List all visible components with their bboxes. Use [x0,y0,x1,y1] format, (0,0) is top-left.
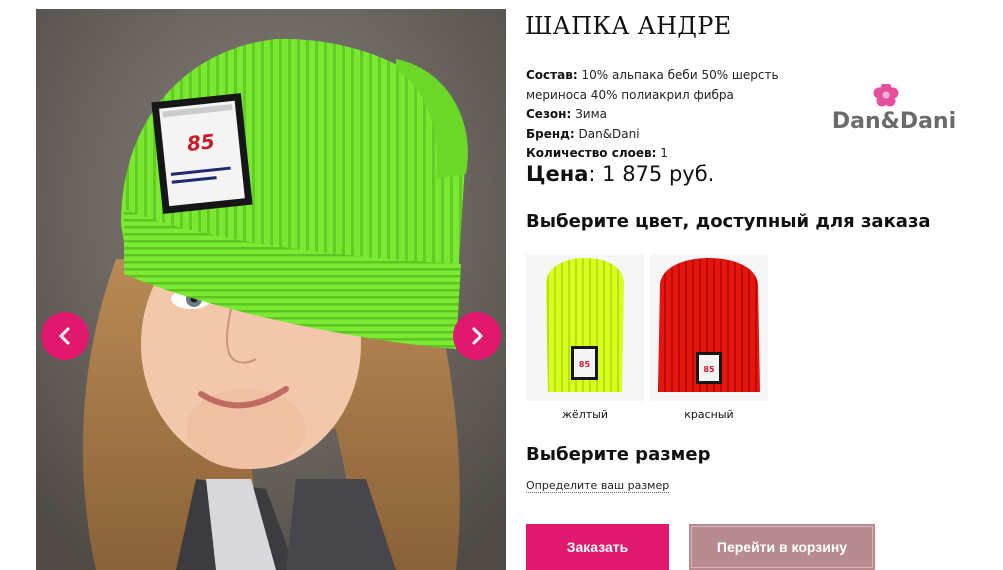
patch-number: 85 [703,365,715,374]
prev-image-button[interactable] [41,312,89,360]
chevron-left-icon [59,327,70,345]
size-heading: Выберите размер [526,444,711,465]
color-label-yellow: жёлтый [562,408,608,421]
hat-yellow-image: 85 [546,258,624,392]
spec-label: Бренд [526,126,570,141]
order-button[interactable]: Заказать [526,524,669,570]
flower-icon [873,84,899,107]
size-guide-link[interactable]: Определите ваш размер [526,479,670,493]
spec-value: 1 [660,146,668,160]
color-heading: Выберите цвет, доступный для заказа [526,211,931,232]
hat-red-image: 85 [658,258,760,392]
spec-composition: Состав: 10% альпака беби 50% шерсть мери… [526,68,779,102]
product-title: ШАПКА АНДРЕ [525,12,732,40]
price-label: Цена [526,162,589,186]
price: Цена: 1 875 руб. [526,162,715,186]
price-value: 1 875 руб. [602,162,715,186]
go-to-cart-button[interactable]: Перейти в корзину [689,524,875,570]
spec-value: Dan&Dani [578,126,640,141]
spec-brand: Бренд: Dan&Dani [526,126,640,141]
color-option-red[interactable]: 85 [650,254,768,401]
color-option-yellow[interactable]: 85 [526,254,644,401]
color-label-red: красный [684,408,734,421]
product-gallery: 85 [36,9,506,570]
spec-label: Сезон [526,107,567,121]
product-specs: Состав: 10% альпака беби 50% шерсть мери… [526,66,786,164]
brand-name: Dan&Dani [832,109,956,134]
spec-layers: Количество слоев: 1 [526,146,668,160]
spec-label: Состав [526,68,573,82]
chevron-right-icon [472,327,483,345]
next-image-button[interactable] [453,312,501,360]
patch-number: 85 [579,360,591,369]
spec-label: Количество слоев [526,146,652,160]
brand-logo: Dan&Dani [832,84,956,134]
spec-value: Зима [575,107,607,121]
product-photo: 85 [36,9,506,570]
patch-number: 85 [186,129,216,156]
spec-season: Сезон: Зима [526,107,607,121]
